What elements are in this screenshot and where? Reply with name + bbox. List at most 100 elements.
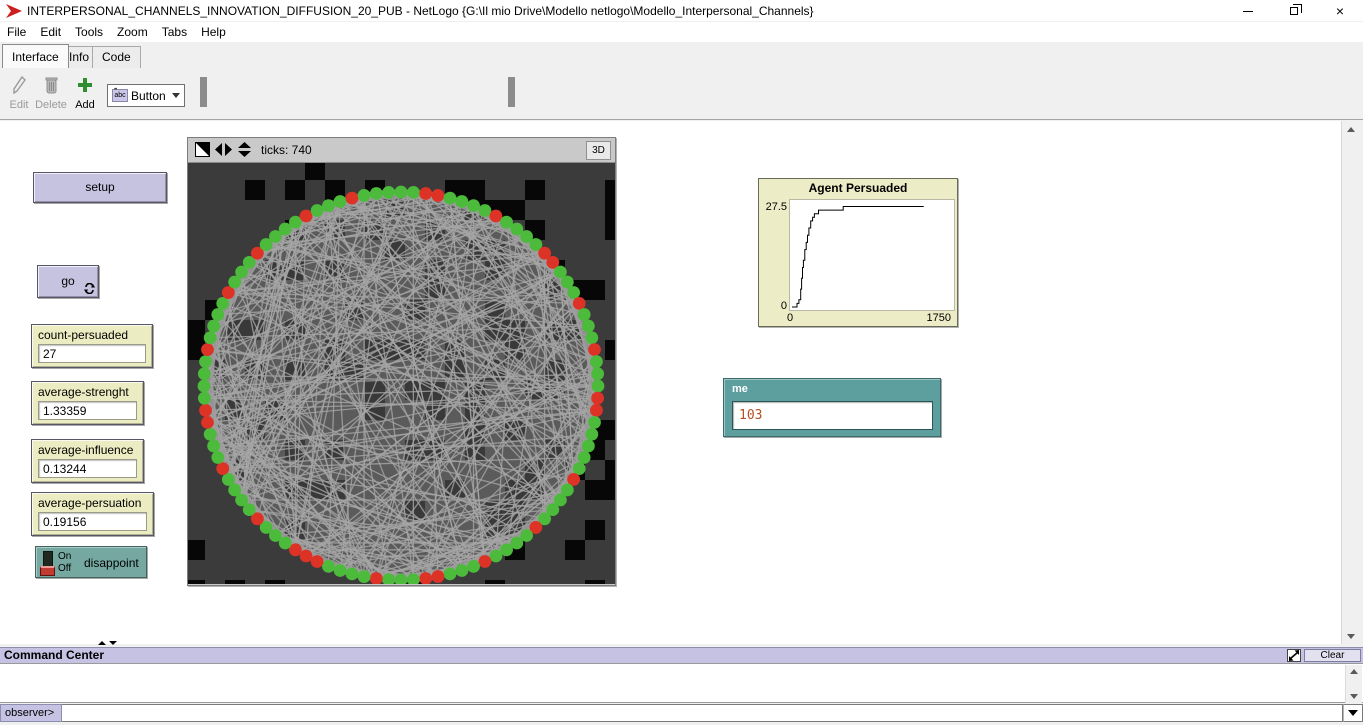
window-title: INTERPERSONAL_CHANNELS_INNOVATION_DIFFUS… (27, 4, 814, 18)
switch-label: disappoint (84, 556, 139, 570)
vertical-arrows-icon[interactable] (237, 142, 252, 157)
go-button[interactable]: go (37, 265, 99, 298)
plot-title: Agent Persuaded (759, 179, 957, 195)
monitor-label: average-strenght (32, 382, 143, 400)
horizontal-arrows-icon[interactable] (215, 142, 232, 157)
input-value-field[interactable]: 103 (732, 401, 933, 430)
y-axis-min-label: 0 (761, 300, 787, 312)
close-button[interactable]: × (1317, 0, 1363, 22)
plot-area (789, 199, 955, 311)
delete-label: Delete (34, 99, 68, 111)
command-history-dropdown[interactable] (1343, 704, 1363, 722)
output-scrollbar[interactable] (1345, 665, 1362, 703)
setup-button[interactable]: setup (33, 172, 167, 203)
scroll-down-button[interactable] (1346, 690, 1362, 703)
tab-strip: Interface Info Code (0, 44, 1363, 68)
y-axis-max-label: 27.5 (761, 201, 787, 213)
scroll-down-button[interactable] (1342, 628, 1360, 644)
chevron-down-icon (172, 93, 180, 98)
monitor-average-persuation: average-persuation 0.19156 (31, 492, 154, 536)
x-axis-min-label: 0 (787, 312, 793, 324)
menu-bar: File Edit Tools Zoom Tabs Help (0, 22, 1363, 42)
monitor-label: count-persuaded (32, 325, 152, 343)
minimize-button[interactable] (1225, 0, 1271, 22)
toolbar-separator (200, 77, 207, 107)
command-center-title: Command Center (0, 648, 1363, 663)
add-widget-button[interactable]: Add (72, 76, 98, 111)
ticks-counter: ticks: 740 (261, 143, 312, 157)
plot-agent-persuaded: Agent Persuaded 27.5 0 0 1750 (758, 178, 958, 327)
netlogo-logo-icon (6, 4, 22, 18)
forever-icon (84, 283, 95, 294)
tab-interface[interactable]: Interface (2, 44, 69, 68)
trash-icon (45, 76, 58, 94)
tab-code[interactable]: Code (92, 46, 141, 68)
observer-prompt[interactable]: observer> (0, 704, 62, 722)
widget-type-value: Button (131, 89, 172, 103)
splitter-up-icon[interactable] (98, 641, 106, 645)
view-header: ticks: 740 3D (188, 138, 615, 163)
arrow-down-icon (1347, 634, 1355, 639)
chevron-down-icon (1348, 710, 1358, 716)
interface-canvas: setup go count-persuaded 27 average-stre… (0, 121, 1341, 644)
toolbar-separator (508, 77, 515, 107)
network-canvas[interactable] (188, 163, 615, 584)
edit-label: Edit (6, 99, 32, 111)
restore-button[interactable] (1271, 0, 1317, 22)
monitor-average-influence: average-influence 0.13244 (31, 439, 144, 483)
add-label: Add (72, 99, 98, 111)
splitter-down-icon[interactable] (109, 641, 117, 645)
menu-tabs[interactable]: Tabs (155, 22, 194, 42)
3d-button[interactable]: 3D (586, 141, 611, 160)
input-label: me (724, 379, 940, 395)
switch-handle[interactable] (40, 566, 55, 576)
main-vertical-scrollbar[interactable] (1341, 121, 1360, 644)
button-widget-icon: abc (112, 89, 128, 102)
scroll-up-button[interactable] (1342, 121, 1360, 137)
minimize-icon (1243, 11, 1253, 12)
world-view[interactable]: ticks: 740 3D (187, 137, 616, 586)
monitor-label: average-influence (32, 440, 143, 458)
expand-diagonal-icon (1288, 650, 1300, 661)
input-box-me: me 103 (723, 378, 941, 437)
monitor-value: 1.33359 (38, 401, 137, 420)
monitor-value: 0.19156 (38, 512, 147, 531)
monitor-count-persuaded: count-persuaded 27 (31, 324, 153, 368)
command-center-header: Command Center Clear (0, 647, 1363, 663)
monitor-average-strenght: average-strenght 1.33359 (31, 381, 144, 425)
switch-off-label: Off (58, 563, 71, 574)
menu-tools[interactable]: Tools (68, 22, 110, 42)
command-input[interactable] (62, 704, 1343, 722)
monitor-value: 27 (38, 344, 146, 363)
command-center-expand-button[interactable] (1287, 649, 1301, 662)
command-center-prompt-row: observer> (0, 704, 1363, 722)
monitor-label: average-persuation (32, 493, 153, 511)
command-center-output[interactable] (0, 663, 1363, 703)
interface-toolbar: Edit Delete Add abc Button normal speed … (0, 68, 1363, 120)
title-bar: INTERPERSONAL_CHANNELS_INNOVATION_DIFFUS… (0, 0, 1363, 22)
arrow-down-icon (1350, 694, 1358, 699)
switch-disappoint[interactable]: On Off disappoint (35, 546, 147, 578)
widget-type-select[interactable]: abc Button (107, 84, 185, 107)
menu-zoom[interactable]: Zoom (110, 22, 155, 42)
plus-icon (77, 76, 93, 94)
restore-icon (1290, 7, 1298, 15)
arrow-up-icon (1347, 127, 1355, 132)
edit-widget-button[interactable]: Edit (6, 76, 32, 111)
go-label: go (61, 274, 74, 288)
netlogo-app: { "window": { "title": "INTERPERSONAL_CH… (0, 0, 1363, 725)
delete-widget-button[interactable]: Delete (34, 76, 68, 111)
monitor-value: 0.13244 (38, 459, 137, 478)
view-corner-icon[interactable] (195, 142, 210, 157)
menu-help[interactable]: Help (194, 22, 233, 42)
menu-edit[interactable]: Edit (33, 22, 68, 42)
close-icon: × (1336, 4, 1344, 18)
scroll-up-button[interactable] (1346, 665, 1362, 678)
pencil-icon (12, 76, 26, 94)
x-axis-max-label: 1750 (927, 312, 951, 324)
switch-on-label: On (58, 551, 71, 562)
clear-button[interactable]: Clear (1304, 649, 1361, 662)
plot-line-canvas (790, 200, 954, 310)
arrow-up-icon (1350, 669, 1358, 674)
menu-file[interactable]: File (0, 22, 33, 42)
